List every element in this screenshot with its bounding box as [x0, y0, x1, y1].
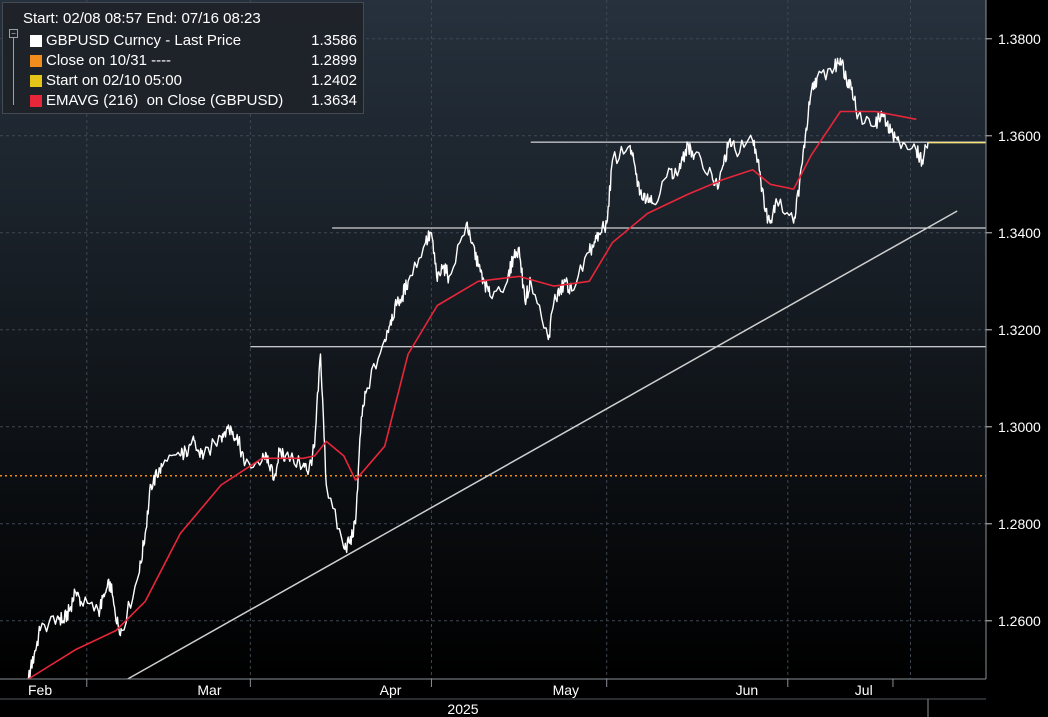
legend-panel: Start: 02/08 08:57 End: 07/16 08:23 − GB…: [2, 2, 364, 114]
y-axis-background: [986, 0, 1048, 717]
date-range-header: Start: 02/08 08:57 End: 07/16 08:23: [23, 10, 261, 27]
legend-swatch-icon: [30, 75, 42, 87]
legend-item-value: 1.2899: [311, 52, 357, 69]
legend-swatch-icon: [30, 95, 42, 107]
legend-item-label: EMAVG (216) on Close (GBPUSD): [46, 92, 284, 109]
legend-item-label: Start on 02/10 05:00: [46, 72, 182, 89]
legend-item-emavg[interactable]: EMAVG (216) on Close (GBPUSD) 1.3634: [3, 91, 365, 111]
legend-item-label: GBPUSD Curncy - Last Price: [46, 32, 242, 49]
legend-item-last-price[interactable]: GBPUSD Curncy - Last Price 1.3586: [3, 31, 365, 51]
y-tick-label: 1.2600: [998, 613, 1041, 629]
x-month-label: Feb: [28, 682, 52, 698]
legend-item-value: 1.3634: [311, 92, 357, 109]
x-month-label: Jul: [855, 682, 873, 698]
y-tick-label: 1.3000: [998, 419, 1041, 435]
legend-item-value: 1.2402: [311, 72, 357, 89]
legend-swatch-icon: [30, 55, 42, 67]
legend-swatch-icon: [30, 35, 42, 47]
x-month-label: Apr: [380, 682, 402, 698]
x-axis-background: [0, 679, 1048, 717]
legend-item-close[interactable]: Close on 10/31 ---- 1.2899: [3, 51, 365, 71]
x-month-label: May: [553, 682, 579, 698]
legend-item-start[interactable]: Start on 02/10 05:00 1.2402: [3, 71, 365, 91]
x-month-label: Mar: [197, 682, 221, 698]
x-year-label: 2025: [447, 701, 478, 717]
x-month-label: Jun: [736, 682, 759, 698]
y-tick-label: 1.2800: [998, 516, 1041, 532]
legend-item-label: Close on 10/31 ----: [46, 52, 172, 69]
y-tick-label: 1.3400: [998, 225, 1041, 241]
chart-window: 1.2600 1.2800 1.3000 1.3200 1.3400 1.3600 1.38…: [0, 0, 1048, 717]
y-tick-label: 1.3200: [998, 322, 1041, 338]
y-tick-label: 1.3600: [998, 128, 1041, 144]
y-tick-label: 1.3800: [998, 31, 1041, 47]
legend-item-value: 1.3586: [311, 32, 357, 49]
